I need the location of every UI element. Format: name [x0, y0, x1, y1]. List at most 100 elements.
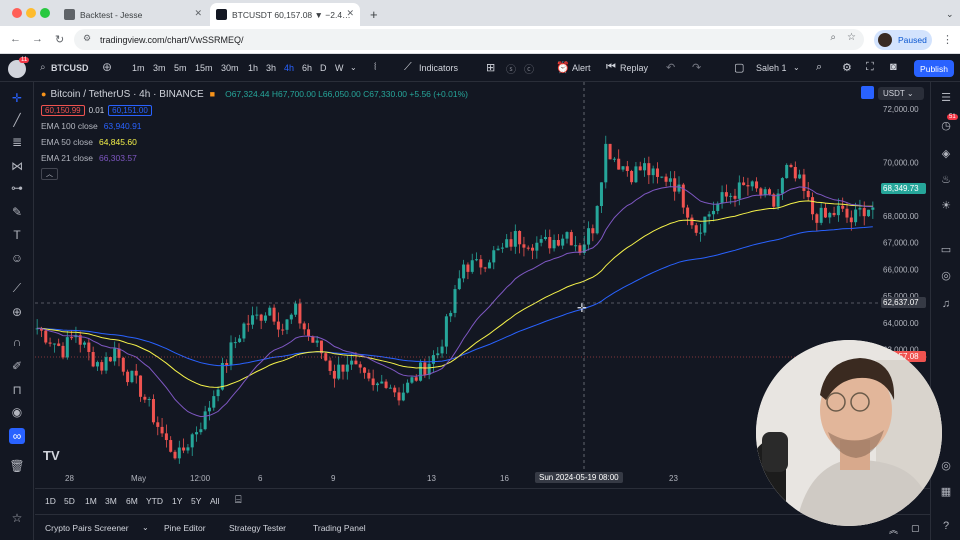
close-icon[interactable]: ✕: [194, 8, 202, 19]
range-1d-button[interactable]: 1D: [45, 496, 56, 506]
close-icon[interactable]: ✕: [346, 8, 354, 19]
bookmark-star-icon[interactable]: ☆: [847, 32, 856, 43]
forecast-icon[interactable]: ⊶: [9, 180, 25, 196]
quick-search-icon[interactable]: ⌕: [816, 61, 822, 74]
range-all-button[interactable]: All: [210, 496, 219, 506]
browser-tab-backtest[interactable]: Backtest - Jesse ✕: [58, 3, 208, 26]
interval-30m[interactable]: 30m: [221, 63, 239, 73]
publish-button[interactable]: Publish: [914, 60, 954, 77]
interval-4h[interactable]: 4h: [284, 63, 294, 73]
replay-button[interactable]: Replay: [620, 63, 648, 73]
sync-drawings-icon[interactable]: ∞: [9, 428, 25, 444]
magnet-icon[interactable]: ∩: [9, 334, 25, 350]
close-window-button[interactable]: [12, 8, 22, 18]
indicators-icon[interactable]: ⟋: [404, 61, 412, 74]
range-6m-button[interactable]: 6M: [126, 496, 138, 506]
fullscreen-icon[interactable]: ⛶: [866, 61, 874, 74]
text-tool-icon[interactable]: T: [9, 227, 25, 243]
help-icon[interactable]: ?: [938, 518, 954, 534]
chevron-down-icon[interactable]: ⌄: [142, 523, 149, 532]
tab-search-icon[interactable]: ⌄: [940, 3, 956, 26]
alerts-clock-icon[interactable]: ◷: [938, 118, 954, 134]
maximize-window-button[interactable]: [40, 8, 50, 18]
range-1m-button[interactable]: 1M: [85, 496, 97, 506]
undo-icon[interactable]: ↶: [666, 61, 675, 74]
symbol-title[interactable]: Bitcoin / TetherUS · 4h · BINANCE: [50, 89, 203, 100]
eye-icon[interactable]: ◉: [9, 404, 25, 420]
crosshair-icon[interactable]: ✛: [9, 90, 25, 106]
reload-icon[interactable]: ↻: [55, 33, 64, 46]
layout-square-icon[interactable]: ▢: [734, 61, 744, 74]
ema-21-legend[interactable]: EMA 21 close 66,303.57: [41, 150, 468, 166]
chevron-down-icon[interactable]: ⌄: [350, 63, 357, 72]
dom-target-icon[interactable]: ◎: [938, 458, 954, 474]
tab-strategy-tester[interactable]: Strategy Tester: [229, 523, 286, 533]
currency-select[interactable]: USDT ⌄: [878, 87, 924, 100]
maximize-panel-icon[interactable]: ▢: [911, 523, 920, 534]
templates-grid-icon[interactable]: ⊞: [486, 61, 495, 74]
interval-15m[interactable]: 15m: [195, 63, 213, 73]
replay-icon[interactable]: ⏮: [606, 61, 616, 74]
fib-retracement-icon[interactable]: ≣: [9, 134, 25, 150]
sell-price-button[interactable]: 60,150.99: [41, 104, 85, 116]
new-tab-button[interactable]: +: [364, 3, 380, 26]
settings-gear-icon[interactable]: ⚙: [842, 61, 852, 74]
ruler-icon[interactable]: ⟋: [9, 280, 25, 296]
pattern-icon[interactable]: ⋈: [9, 158, 25, 174]
interval-3h[interactable]: 3h: [266, 63, 276, 73]
range-5d-button[interactable]: 5D: [64, 496, 75, 506]
hotlists-flame-icon[interactable]: ♨: [938, 172, 954, 188]
browser-tab-tradingview[interactable]: BTCUSDT 60,157.08 ▼ −2.4… ✕: [210, 3, 360, 26]
tab-trading-panel[interactable]: Trading Panel: [313, 523, 366, 533]
interval-5m[interactable]: 5m: [174, 63, 187, 73]
object-tree-icon[interactable]: [861, 86, 874, 99]
ema-100-legend[interactable]: EMA 100 close 63,940.91: [41, 118, 468, 134]
goto-date-icon[interactable]: ⌸: [235, 494, 242, 507]
browser-menu-icon[interactable]: ⋮: [942, 33, 953, 46]
collapse-legend-icon[interactable]: ︿: [41, 168, 58, 180]
interval-1h[interactable]: 1h: [248, 63, 258, 73]
range-3m-button[interactable]: 3M: [105, 496, 117, 506]
ideas-bulb-icon[interactable]: ☀: [938, 198, 954, 214]
strategy-c-icon[interactable]: ⓒ: [524, 61, 534, 76]
zoom-icon[interactable]: ⌕: [830, 32, 836, 43]
tab-crypto-pairs-screener[interactable]: Crypto Pairs Screener: [45, 523, 129, 533]
range-5y-button[interactable]: 5Y: [191, 496, 201, 506]
alarm-clock-icon[interactable]: ⏰: [556, 61, 570, 74]
candle-type-icon[interactable]: ⧙: [374, 61, 376, 74]
chevron-down-icon[interactable]: ⌄: [793, 63, 800, 72]
brush-icon[interactable]: ✎: [9, 204, 25, 220]
camera-icon[interactable]: ◙: [890, 61, 897, 73]
forward-arrow-icon[interactable]: →: [32, 33, 43, 45]
trend-line-icon[interactable]: ╱: [9, 112, 25, 128]
range-ytd-button[interactable]: YTD: [146, 496, 163, 506]
symbol-search[interactable]: ⌕ BTCUSD: [34, 59, 94, 78]
strategy-s-icon[interactable]: ⓢ: [506, 61, 516, 76]
watchlist-icon[interactable]: ☰: [938, 90, 954, 106]
lock-icon[interactable]: ⊓: [9, 382, 25, 398]
stay-drawing-icon[interactable]: ✐: [9, 358, 25, 374]
interval-6h[interactable]: 6h: [302, 63, 312, 73]
favorites-star-icon[interactable]: ☆: [9, 510, 25, 526]
interval-3m[interactable]: 3m: [153, 63, 166, 73]
interval-w[interactable]: W: [335, 63, 344, 73]
range-1y-button[interactable]: 1Y: [172, 496, 182, 506]
trash-icon[interactable]: 🗑: [9, 458, 25, 474]
collapse-panel-icon[interactable]: ︽: [889, 523, 898, 536]
back-arrow-icon[interactable]: ←: [10, 33, 21, 45]
interval-d[interactable]: D: [320, 63, 327, 73]
redo-icon[interactable]: ↷: [692, 61, 701, 74]
compare-plus-icon[interactable]: ⊕: [102, 60, 112, 74]
layout-name[interactable]: Saleh 1: [756, 63, 787, 73]
calendar-icon[interactable]: ▦: [938, 484, 954, 500]
alert-button[interactable]: Alert: [572, 63, 591, 73]
icons-tool-icon[interactable]: ☺: [9, 250, 25, 266]
zoom-in-icon[interactable]: ⊕: [9, 304, 25, 320]
interval-1m[interactable]: 1m: [132, 63, 145, 73]
notifications-bell-icon[interactable]: ♫: [938, 296, 954, 312]
minimize-window-button[interactable]: [26, 8, 36, 18]
layers-icon[interactable]: ◈: [938, 146, 954, 162]
indicators-button[interactable]: Indicators: [419, 63, 458, 73]
chat-icon[interactable]: ▭: [938, 242, 954, 258]
profile-button[interactable]: Paused: [874, 30, 932, 50]
